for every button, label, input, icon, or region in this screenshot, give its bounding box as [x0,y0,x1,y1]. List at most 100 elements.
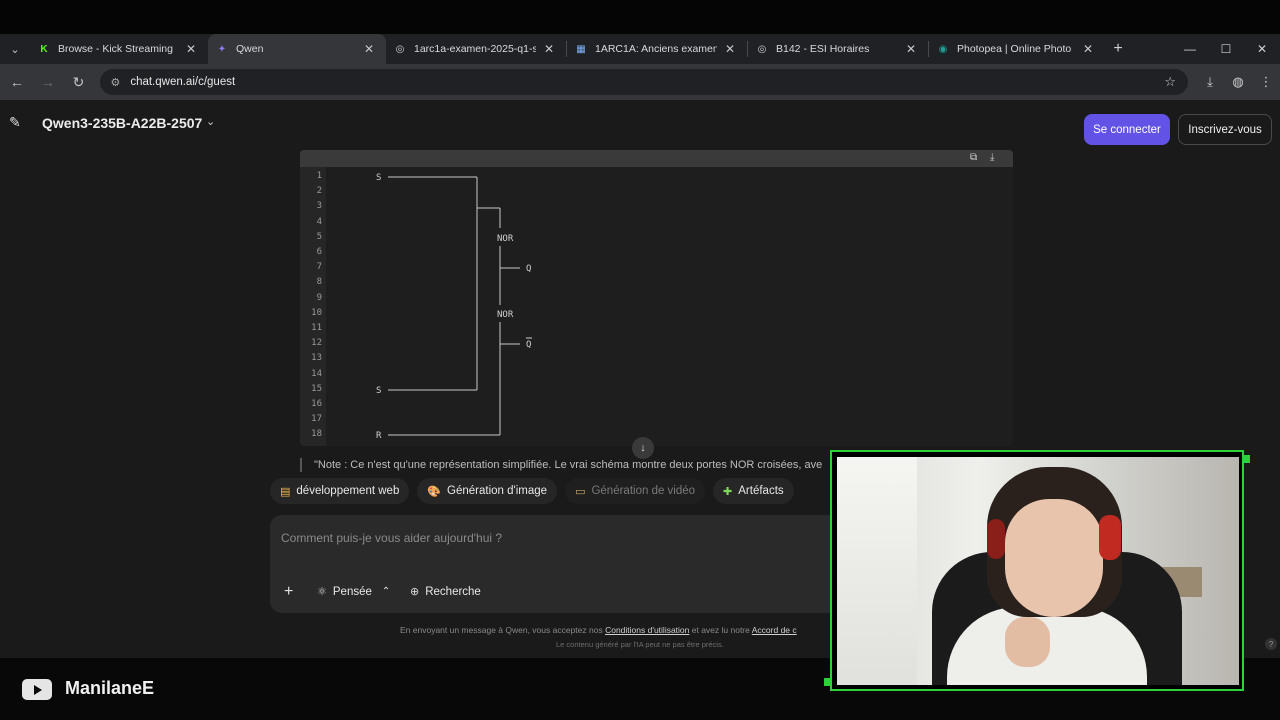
video-icon: ▭ [575,485,586,498]
chip-web-dev[interactable]: ▤ développement web [270,478,410,504]
browser-toolbar: ← → ↻ ⚙ chat.qwen.ai/c/guest ☆ ⤓ ◍ ⋮ [0,64,1280,100]
window-controls: — ☐ ✕ [1172,34,1280,64]
globe-icon: ◎ [757,43,767,55]
tab-qwen[interactable]: ✦ Qwen ✕ [208,34,386,64]
label-nor-2: NOR [497,310,514,320]
help-icon[interactable]: ? [1265,638,1277,650]
cam-background-window [837,457,917,685]
palette-icon: 🎨 [427,485,442,498]
label-nor-1: NOR [497,234,514,244]
close-icon[interactable]: ✕ [904,42,918,56]
download-icon[interactable]: ⤓ [1196,74,1224,90]
chip-label: développement web [296,485,400,497]
label-s-top: S [376,173,381,183]
code-block: ⧉ ⤓ 1 2 3 4 5 6 7 8 9 10 11 12 13 14 15 16 17 18 S NOR Q [300,150,1013,446]
minimize-icon[interactable]: — [1172,34,1208,64]
forward-arrow-icon[interactable]: → [34,68,62,96]
chip-image-generation[interactable]: 🎨 Génération d'image [417,478,558,504]
tab-photopea[interactable]: ◉ Photopea | Online Photo Edit ✕ [929,34,1105,64]
atom-icon: ⚛ [317,586,327,598]
address-bar[interactable]: ⚙ chat.qwen.ai/c/guest ☆ [100,69,1189,95]
tab-title: 1arc1a-examen-2025-q1-s1-s [414,43,536,55]
globe-icon: ⊕ [410,586,420,598]
model-selector[interactable]: Qwen3-235B-A22B-2507 [42,115,202,131]
chip-label: Artéfacts [738,485,784,497]
register-button[interactable]: Inscrivez-vous [1178,114,1272,145]
chip-video-generation[interactable]: ▭ Génération de vidéo [565,478,706,504]
back-arrow-icon[interactable]: ← [3,68,31,96]
cam-headset [987,519,1005,559]
globe-icon: ◎ [395,43,405,55]
scroll-to-bottom-button[interactable]: ↓ [632,437,654,459]
close-icon[interactable]: ✕ [1081,42,1095,56]
tab-anciens-examens[interactable]: ▦ 1ARC1A: Anciens examens | p ✕ [567,34,747,64]
moodle-icon: ▦ [576,43,586,55]
close-icon[interactable]: ✕ [542,42,556,56]
page-header: ✎ Qwen3-235B-A22B-2507 ⌄ Se connecter In… [0,100,1280,146]
close-window-icon[interactable]: ✕ [1244,34,1280,64]
bookmark-star-icon[interactable]: ☆ [1164,74,1176,90]
thinking-toggle[interactable]: ⚛ Pensée ⌃ [317,585,390,599]
new-chat-edit-icon[interactable]: ✎ [9,114,21,131]
frame-corner [1242,455,1250,463]
search-label: Recherche [425,585,481,598]
tab-exam[interactable]: ◎ 1arc1a-examen-2025-q1-s1-s ✕ [386,34,566,64]
tab-title: Browse - Kick Streaming [58,43,173,55]
label-q-bar: Q [526,340,531,350]
new-tab-button[interactable]: + [1105,40,1131,58]
login-button[interactable]: Se connecter [1084,114,1170,145]
label-r: R [376,431,382,441]
plus-icon[interactable]: + [284,583,293,601]
terms-middle: et avez lu notre [689,625,752,635]
qwen-logo-icon: ✦ [217,43,227,55]
code-icon: ▤ [280,485,291,498]
chevron-down-icon[interactable]: ⌄ [206,115,215,128]
close-icon[interactable]: ✕ [362,42,376,56]
terms-link[interactable]: Conditions d'utilisation [605,625,689,635]
frame-corner [824,678,832,686]
message-composer: + ⚛ Pensée ⌃ ⊕ Recherche [270,515,910,613]
close-icon[interactable]: ✕ [184,42,198,56]
top-black-strip [0,0,1280,34]
privacy-link[interactable]: Accord de c [752,625,797,635]
tab-title: Photopea | Online Photo Edit [957,43,1075,55]
tab-search-button[interactable]: ⌄ [0,34,30,64]
quote-bar [300,458,302,472]
ai-disclaimer: Le contenu généré par l'IA peut ne pas ê… [556,640,724,649]
terms-prefix: En envoyant un message à Qwen, vous acce… [400,625,606,635]
kick-icon: K [40,43,48,55]
tab-kick[interactable]: K Browse - Kick Streaming ✕ [30,34,208,64]
site-settings-icon[interactable]: ⚙ [110,76,120,89]
youtube-icon [22,679,52,700]
label-s-bottom: S [376,386,381,396]
thinking-label: Pensée [332,585,372,598]
photopea-icon: ◉ [938,43,948,55]
close-icon[interactable]: ✕ [723,42,737,56]
feature-chips: ▤ développement web 🎨 Génération d'image… [270,478,794,504]
profile-icon[interactable]: ◍ [1224,74,1252,90]
search-toggle[interactable]: ⊕ Recherche [410,585,481,599]
label-q: Q [526,264,531,274]
cam-headset [1099,515,1121,560]
webcam-feed [837,457,1239,685]
tab-title: 1ARC1A: Anciens examens | p [595,43,717,55]
chevron-down-icon: ⌄ [10,43,20,56]
kebab-menu-icon[interactable]: ⋮ [1252,74,1280,90]
webcam-overlay [824,450,1250,691]
sr-latch-ascii-diagram: S NOR Q NOR Q S R [376,173,532,441]
chip-label: Génération d'image [447,485,548,497]
cam-person-hand [1005,617,1050,667]
reload-icon[interactable]: ↻ [65,68,93,96]
puzzle-icon: ✚ [723,485,733,498]
message-input[interactable] [281,529,821,547]
cam-person-face [1005,499,1103,617]
url-text: chat.qwen.ai/c/guest [130,76,236,88]
chip-artifacts[interactable]: ✚ Artéfacts [713,478,794,504]
browser-tab-bar: ⌄ K Browse - Kick Streaming ✕ ✦ Qwen ✕ ◎… [0,34,1280,64]
channel-name: ManilaneE [65,678,155,698]
chevron-up-icon[interactable]: ⌃ [382,586,390,597]
terms-disclaimer: En envoyant un message à Qwen, vous acce… [400,625,830,635]
tab-esi-horaires[interactable]: ◎ B142 - ESI Horaires ✕ [748,34,928,64]
tab-title: Qwen [236,43,264,55]
maximize-icon[interactable]: ☐ [1208,34,1244,64]
